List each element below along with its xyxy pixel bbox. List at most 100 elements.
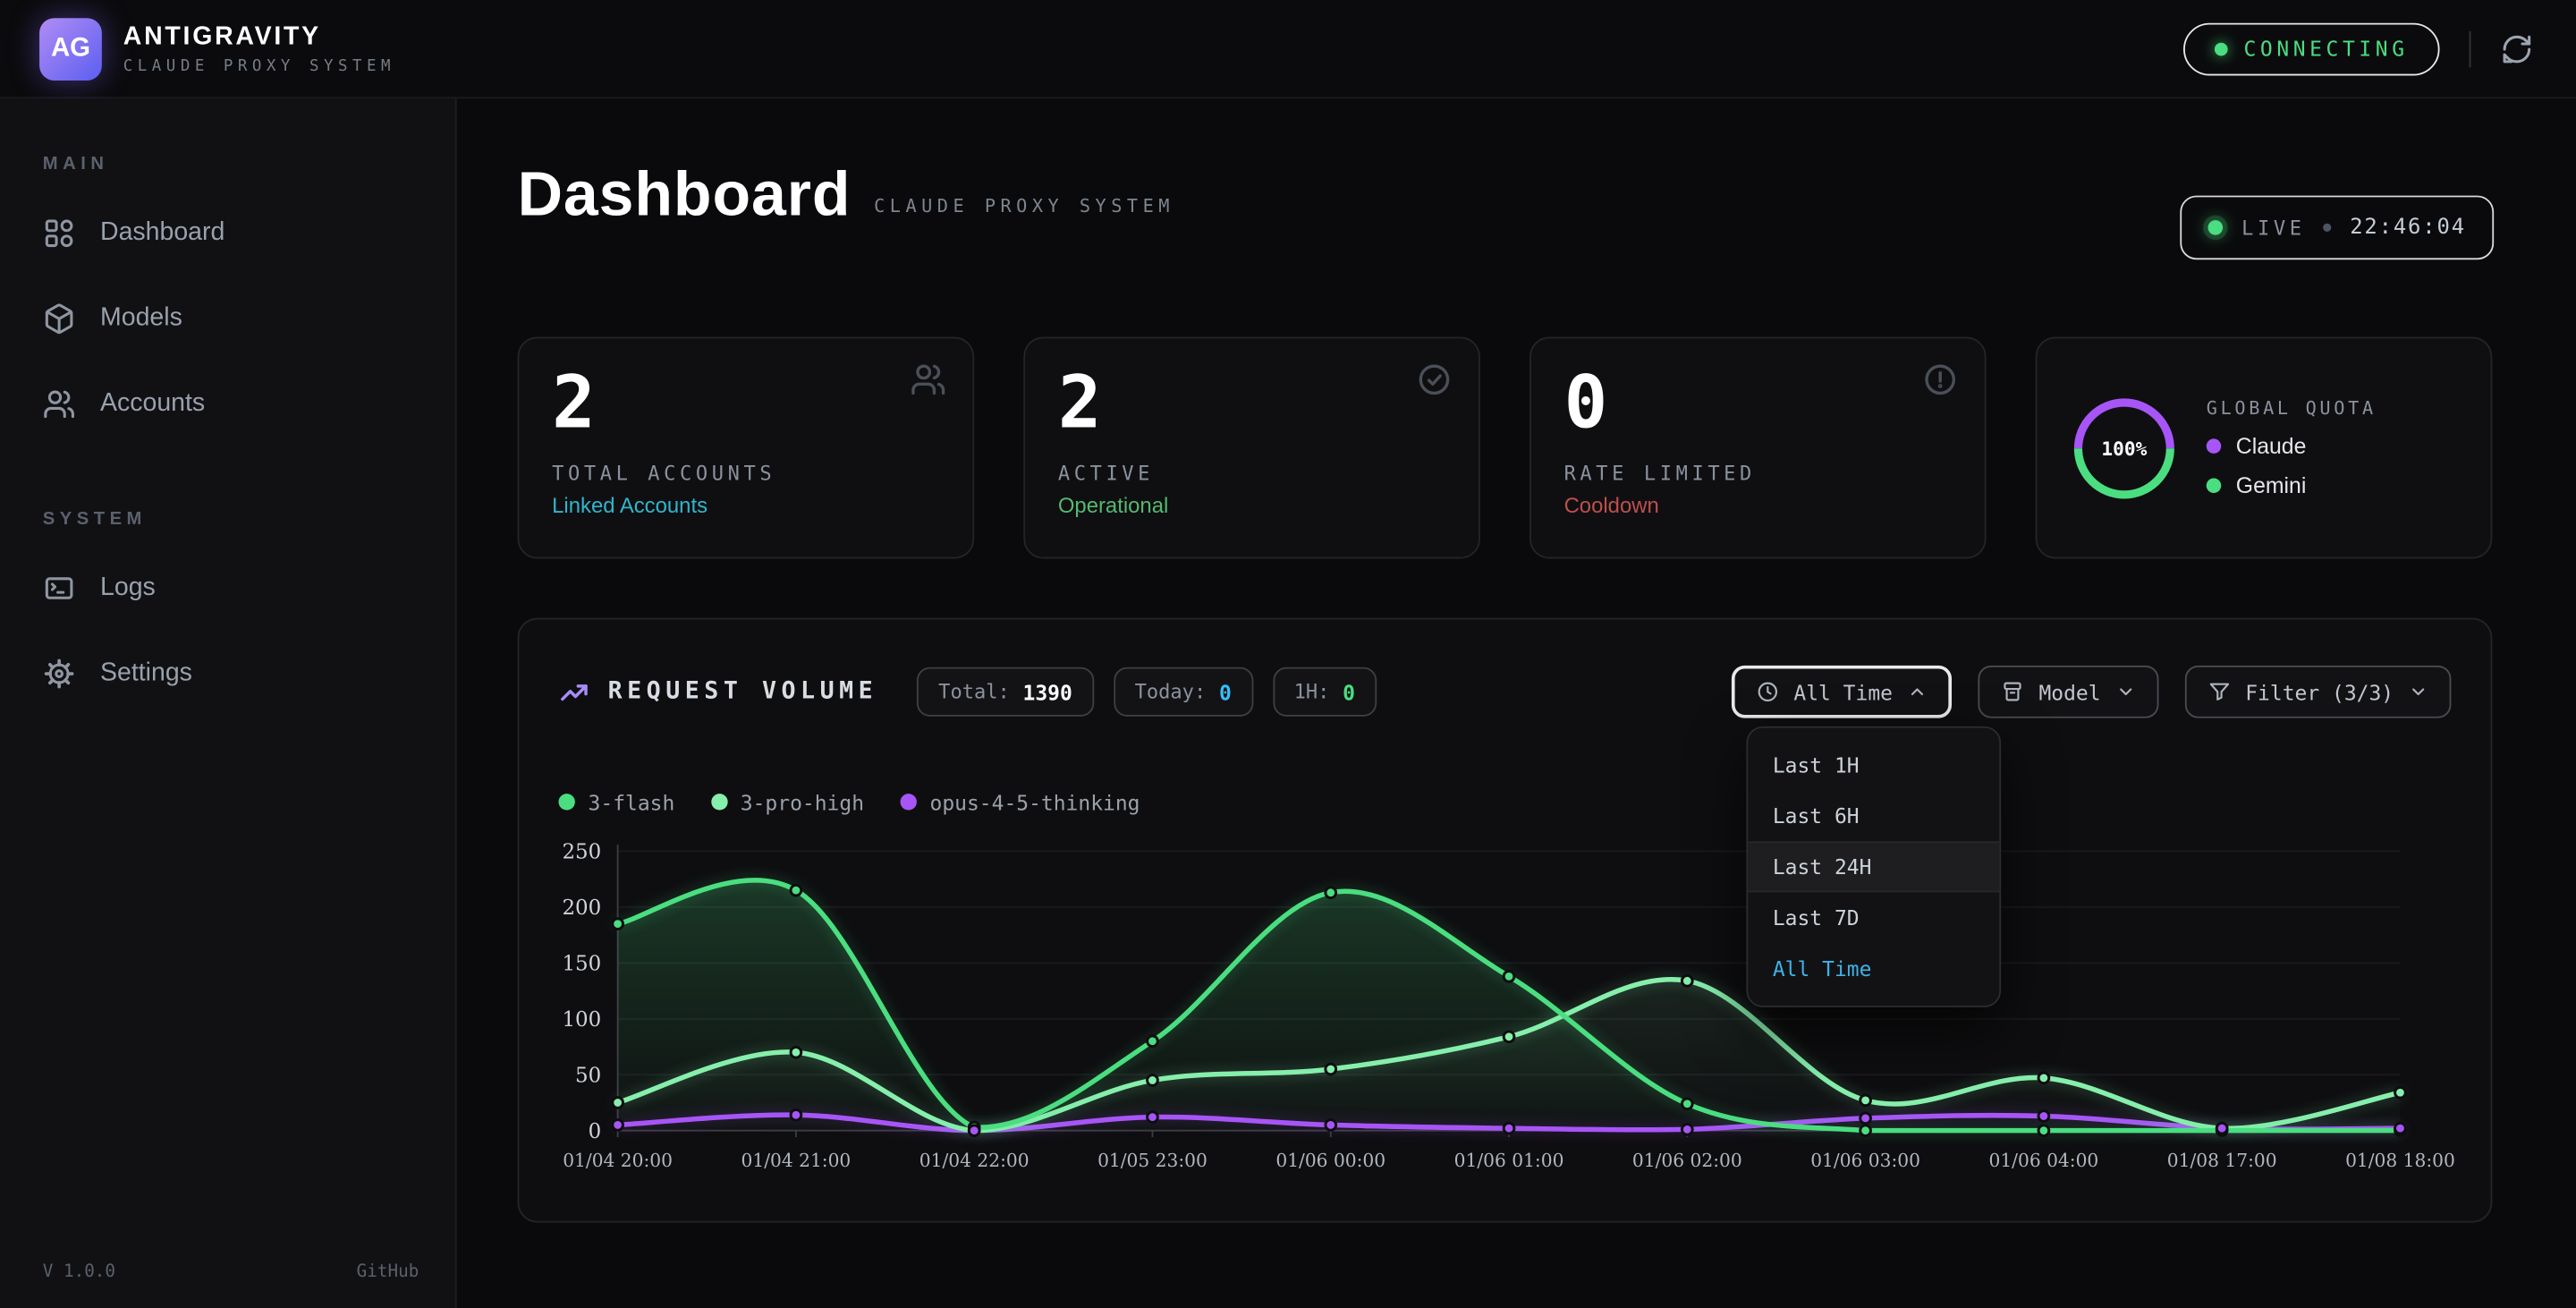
pill-label: Total: (938, 680, 1010, 703)
legend-label: 3-pro-high (741, 790, 864, 815)
chart-title: REQUEST VOLUME (558, 676, 877, 708)
series-dot-icon (711, 794, 727, 810)
series-dot-icon (558, 794, 574, 810)
stat-card-rate-limited: 0 RATE LIMITED Cooldown (1530, 337, 1987, 559)
gemini-dot-icon (2207, 478, 2222, 493)
chevron-up-icon (1908, 682, 1928, 701)
live-dot-icon (2208, 220, 2224, 235)
status-dot-icon (2214, 42, 2227, 55)
svg-text:01/06 04:00: 01/06 04:00 (1989, 1150, 2099, 1171)
svg-text:01/04 20:00: 01/04 20:00 (563, 1150, 673, 1171)
app-title: ANTIGRAVITY (123, 22, 395, 52)
quota-percent: 100% (2070, 394, 2178, 502)
quota-legend-claude: Claude (2207, 434, 2377, 459)
connection-status-text: CONNECTING (2243, 36, 2408, 61)
stat-card-total-accounts: 2 TOTAL ACCOUNTS Linked Accounts (518, 337, 975, 559)
topbar-divider (2470, 30, 2471, 66)
page-subtitle: CLAUDE PROXY SYSTEM (874, 196, 1174, 217)
sidebar: MAIN Dashboard Models (0, 98, 457, 1308)
dropdown-item-last-24h[interactable]: Last 24H (1748, 841, 1999, 892)
users-icon (911, 361, 946, 406)
stat-sublabel: Cooldown (1564, 494, 1952, 519)
topbar: AG ANTIGRAVITY CLAUDE PROXY SYSTEM CONNE… (0, 0, 2576, 98)
sidebar-item-dashboard[interactable]: Dashboard (43, 191, 455, 276)
app-window: AG ANTIGRAVITY CLAUDE PROXY SYSTEM CONNE… (0, 0, 2576, 1308)
cube-icon (43, 302, 76, 335)
time-range-button[interactable]: All Time (1732, 666, 1953, 718)
archive-icon (2001, 680, 2024, 703)
filter-button[interactable]: Filter (3/3) (2184, 666, 2451, 718)
stat-label: RATE LIMITED (1564, 463, 1952, 486)
dropdown-item-last-7d[interactable]: Last 7D (1748, 892, 1999, 943)
app-logo: AG (39, 17, 102, 80)
quota-legend-label: Gemini (2236, 473, 2307, 498)
stat-card-active: 2 ACTIVE Operational (1023, 337, 1480, 559)
request-volume-chart: 05010015020025001/04 20:0001/04 21:0001/… (558, 840, 2454, 1185)
svg-text:01/04 22:00: 01/04 22:00 (919, 1150, 1030, 1171)
svg-text:250: 250 (562, 841, 601, 864)
chart-title-text: REQUEST VOLUME (608, 679, 878, 705)
sidebar-item-label: Logs (100, 573, 156, 603)
model-filter-button[interactable]: Model (1979, 666, 2158, 718)
app-version: V 1.0.0 (43, 1262, 115, 1282)
legend-item-3-flash[interactable]: 3-flash (558, 790, 674, 815)
svg-text:01/04 21:00: 01/04 21:00 (741, 1150, 852, 1171)
pill-label: Today: (1135, 680, 1207, 703)
svg-text:150: 150 (562, 953, 601, 976)
quota-legend-gemini: Gemini (2207, 473, 2377, 498)
svg-text:01/08 17:00: 01/08 17:00 (2167, 1150, 2277, 1171)
sidebar-item-label: Dashboard (100, 218, 225, 248)
legend-label: opus-4-5-thinking (930, 790, 1140, 815)
sidebar-item-models[interactable]: Models (43, 276, 455, 362)
dropdown-item-last-1h[interactable]: Last 1H (1748, 740, 1999, 791)
legend-item-3-pro-high[interactable]: 3-pro-high (711, 790, 864, 815)
stat-label: TOTAL ACCOUNTS (552, 463, 939, 486)
stat-sublabel: Linked Accounts (552, 494, 939, 519)
trending-up-icon (558, 676, 589, 708)
brand: AG ANTIGRAVITY CLAUDE PROXY SYSTEM (39, 17, 395, 80)
sidebar-item-settings[interactable]: Settings (43, 631, 455, 717)
dropdown-item-all-time[interactable]: All Time (1748, 943, 1999, 994)
claude-dot-icon (2207, 438, 2222, 454)
page-title: Dashboard (518, 161, 852, 232)
sidebar-item-label: Models (100, 304, 182, 334)
clock-time: 22:46:04 (2350, 216, 2466, 241)
today-requests-pill: Today: 0 (1114, 667, 1253, 717)
time-range-label: All Time (1793, 679, 1893, 704)
global-quota-card: 100% GLOBAL QUOTA Claude Gemini (2036, 337, 2493, 559)
total-requests-pill: Total: 1390 (917, 667, 1093, 717)
github-link[interactable]: GitHub (357, 1262, 419, 1282)
svg-text:01/06 02:00: 01/06 02:00 (1632, 1150, 1742, 1171)
terminal-icon (43, 572, 76, 605)
refresh-icon[interactable] (2501, 32, 2534, 65)
hour-requests-pill: 1H: 0 (1273, 667, 1377, 717)
sidebar-item-logs[interactable]: Logs (43, 546, 455, 632)
funnel-icon (2207, 680, 2231, 703)
pill-value: 1390 (1023, 679, 1072, 704)
svg-text:200: 200 (562, 896, 601, 920)
legend-item-opus[interactable]: opus-4-5-thinking (900, 790, 1140, 815)
pill-value: 0 (1219, 679, 1232, 704)
main-content: Dashboard CLAUDE PROXY SYSTEM LIVE 22:46… (457, 98, 2576, 1308)
time-range-dropdown: Last 1H Last 6H Last 24H Last 7D All Tim… (1746, 726, 2001, 1007)
check-circle-icon (1416, 361, 1452, 406)
svg-text:0: 0 (589, 1120, 602, 1143)
chevron-down-icon (2115, 682, 2135, 701)
stat-sublabel: Operational (1058, 494, 1445, 519)
chevron-down-icon (2409, 682, 2428, 701)
sidebar-item-accounts[interactable]: Accounts (43, 361, 455, 447)
stat-value: 0 (1564, 365, 1952, 445)
pill-value: 0 (1343, 679, 1355, 704)
separator-dot-icon (2324, 224, 2332, 232)
users-icon (43, 387, 76, 420)
alert-circle-icon (1922, 361, 1958, 406)
live-label: LIVE (2241, 217, 2305, 240)
chart-legend: 3-flash 3-pro-high opus-4-5-thinking (558, 787, 2451, 817)
dropdown-item-last-6h[interactable]: Last 6H (1748, 790, 1999, 841)
svg-text:100: 100 (562, 1008, 601, 1032)
quota-donut-chart: 100% (2070, 394, 2178, 502)
gear-icon (43, 658, 76, 691)
live-status-badge: LIVE 22:46:04 (2181, 196, 2494, 260)
pill-label: 1H: (1294, 680, 1330, 703)
connection-status-badge: CONNECTING (2183, 22, 2440, 75)
